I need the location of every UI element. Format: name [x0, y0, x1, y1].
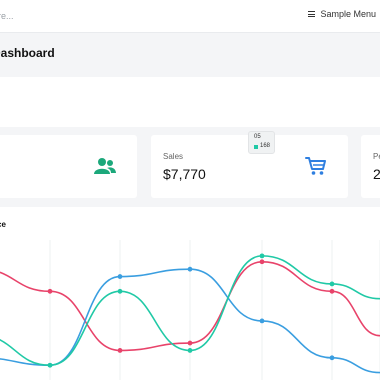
stat-value-third: 2 [373, 166, 380, 182]
sample-menu-label: Sample Menu [320, 9, 376, 19]
chart-point[interactable] [329, 288, 335, 294]
chart-point[interactable] [259, 259, 265, 265]
tooltip-swatch [254, 145, 258, 149]
subheader: Dashboard [0, 33, 380, 77]
chart-point[interactable] [47, 362, 53, 368]
chart-tooltip: 05 168 [248, 131, 275, 154]
sample-menu-button[interactable]: Sample Menu [308, 9, 376, 19]
chart-point[interactable] [117, 274, 123, 279]
chart-point[interactable] [259, 318, 265, 324]
stat-card-users [0, 135, 137, 198]
chart-point[interactable] [329, 281, 335, 287]
tooltip-x-label: 05 [254, 134, 261, 140]
chart-point[interactable] [187, 348, 193, 353]
chart-point[interactable] [329, 355, 335, 361]
chart-point[interactable] [187, 266, 193, 272]
hamburger-icon [308, 11, 316, 18]
shopping-cart-icon [305, 156, 327, 181]
chart-point[interactable] [117, 348, 123, 353]
stats-row: Sales $7,770 Pe 2 [0, 127, 380, 207]
top-navbar: re... Sample Menu [0, 0, 380, 33]
stat-card-third: Pe 2 [361, 135, 380, 198]
main-content: rd Sales $7,770 [0, 77, 380, 380]
chart-point[interactable] [259, 253, 265, 259]
tooltip-value: 168 [260, 143, 271, 149]
stat-value-sales: $7,770 [163, 166, 206, 182]
subheader-title: Dashboard [0, 46, 55, 60]
stat-label-sales: Sales [163, 152, 184, 161]
users-icon [94, 157, 116, 180]
chart-card: ce [0, 212, 380, 380]
stat-label-third: Pe [373, 152, 380, 161]
line-chart [0, 240, 380, 380]
search-input[interactable]: re... [0, 11, 14, 21]
chart-point[interactable] [47, 288, 53, 294]
chart-point[interactable] [187, 340, 193, 346]
dashboard-page: re... Sample Menu Dashboard rd [0, 0, 380, 380]
chart-point[interactable] [117, 288, 123, 294]
